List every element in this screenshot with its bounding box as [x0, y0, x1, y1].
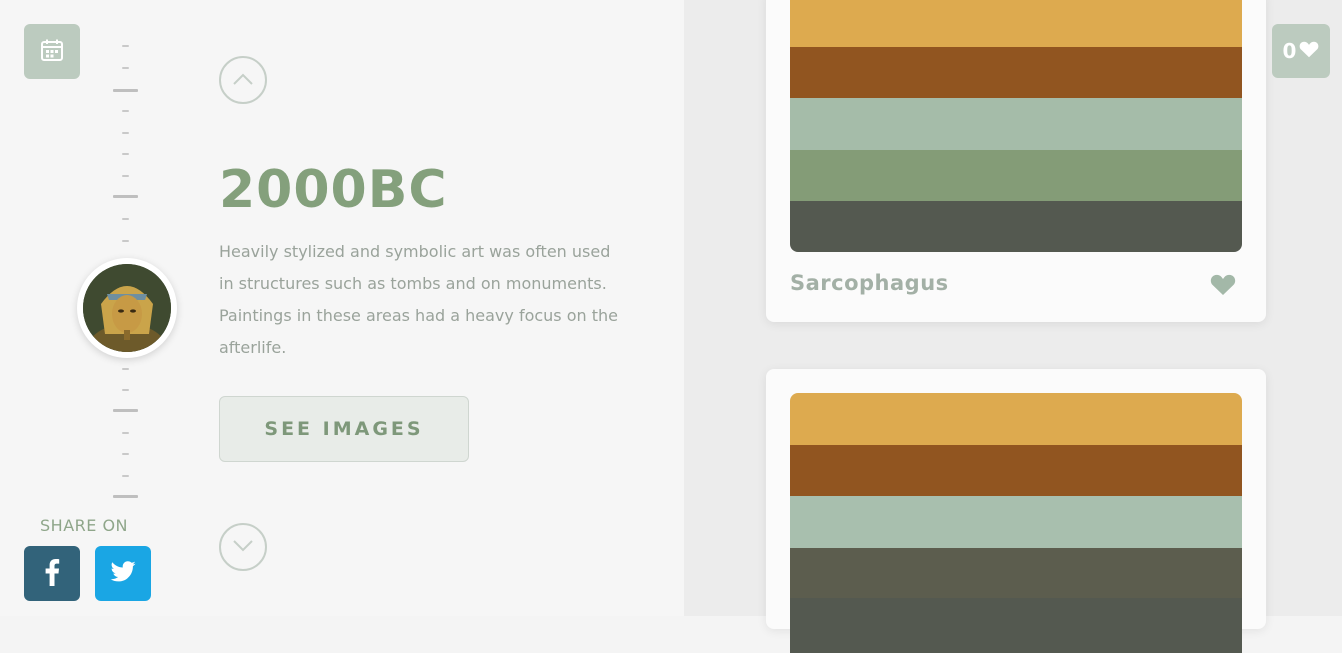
- timeline-major-tick: [113, 409, 138, 412]
- like-button[interactable]: [1210, 274, 1236, 300]
- timeline-tick: [122, 453, 129, 455]
- twitter-icon: [110, 560, 136, 587]
- next-era-button[interactable]: [219, 523, 267, 571]
- timeline-major-tick: [113, 89, 138, 92]
- color-palette[interactable]: [790, 0, 1242, 252]
- timeline-tick: [122, 67, 129, 69]
- timeline-tick: [122, 432, 129, 434]
- era-title: 2000BC: [219, 160, 448, 220]
- timeline-tick: [122, 389, 129, 391]
- color-swatch[interactable]: [790, 393, 1242, 445]
- color-swatch[interactable]: [790, 598, 1242, 653]
- timeline-major-tick: [113, 195, 138, 198]
- previous-era-button[interactable]: [219, 56, 267, 104]
- color-swatch[interactable]: [790, 47, 1242, 98]
- calendar-icon: [40, 38, 64, 66]
- likes-count: 0: [1282, 39, 1297, 63]
- share-label: SHARE ON: [40, 516, 129, 535]
- chevron-down-icon: [232, 538, 254, 557]
- timeline-current-marker[interactable]: [77, 258, 177, 358]
- heart-icon: [1299, 39, 1319, 63]
- avatar: [83, 264, 171, 352]
- facebook-icon: [44, 558, 60, 590]
- color-swatch[interactable]: [790, 150, 1242, 201]
- timeline-tick: [122, 240, 129, 242]
- color-swatch[interactable]: [790, 548, 1242, 598]
- timeline-tick: [122, 475, 129, 477]
- color-palette[interactable]: [790, 393, 1242, 653]
- timeline-tick: [122, 153, 129, 155]
- twitter-share-button[interactable]: [95, 546, 151, 601]
- color-swatch[interactable]: [790, 201, 1242, 252]
- color-swatch[interactable]: [790, 445, 1242, 496]
- timeline-tick: [122, 218, 129, 220]
- era-description: Heavily stylized and symbolic art was of…: [219, 242, 618, 357]
- timeline-tick: [122, 368, 129, 370]
- timeline-tick: [122, 45, 129, 47]
- timeline-tick: [122, 132, 129, 134]
- facebook-share-button[interactable]: [24, 546, 80, 601]
- color-swatch[interactable]: [790, 496, 1242, 548]
- palette-card[interactable]: [766, 369, 1266, 653]
- see-images-button[interactable]: SEE IMAGES: [219, 396, 469, 462]
- color-swatch[interactable]: [790, 98, 1242, 150]
- likes-counter-button[interactable]: 0: [1272, 24, 1330, 78]
- timeline-tick: [122, 175, 129, 177]
- palette-name: Sarcophagus: [790, 271, 949, 295]
- calendar-button[interactable]: [24, 24, 80, 79]
- color-swatch[interactable]: [790, 0, 1242, 47]
- heart-icon: [1210, 274, 1236, 300]
- timeline-tick: [122, 110, 129, 112]
- timeline-major-tick: [113, 495, 138, 498]
- chevron-up-icon: [232, 71, 254, 90]
- palette-card[interactable]: Sarcophagus: [766, 0, 1266, 322]
